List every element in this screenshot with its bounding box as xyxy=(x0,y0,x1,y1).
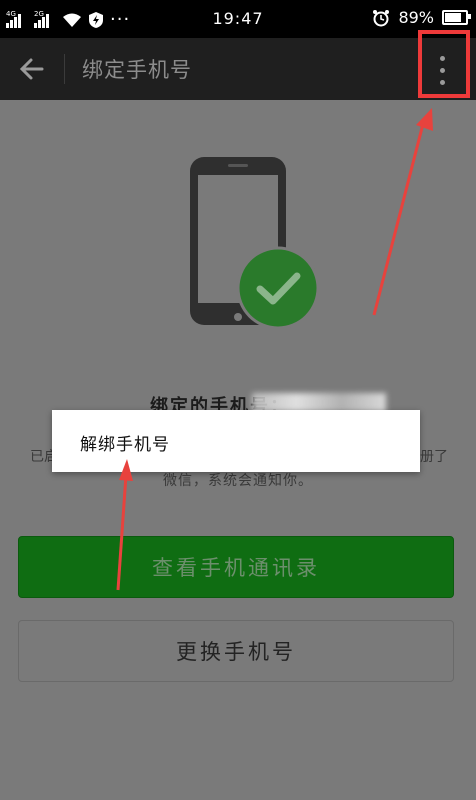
status-right-icons: 89% xyxy=(372,8,471,27)
highlight-box xyxy=(418,30,470,98)
page-title: 绑定手机号 xyxy=(82,58,192,82)
view-contacts-button[interactable]: 查看手机通讯录 xyxy=(18,536,454,598)
battery-icon xyxy=(442,10,471,25)
title-divider xyxy=(64,54,65,84)
status-bar: 4G 2G ··· 19:47 89% xyxy=(0,0,476,38)
arrow-left-icon[interactable] xyxy=(18,55,48,83)
alarm-icon xyxy=(373,9,390,26)
menu-item-unbind-phone[interactable]: 解绑手机号 xyxy=(80,430,170,455)
check-circle-icon xyxy=(236,246,320,330)
battery-percent: 89% xyxy=(398,8,434,27)
description-fragment-right: 册了 xyxy=(420,449,448,465)
change-phone-button[interactable]: 更换手机号 xyxy=(18,620,454,682)
description-line: 微信，系统会通知你。 xyxy=(163,473,313,489)
annotation-arrow xyxy=(372,108,433,316)
title-bar: 绑定手机号 xyxy=(0,38,476,100)
overflow-menu: 解绑手机号 xyxy=(52,410,420,472)
